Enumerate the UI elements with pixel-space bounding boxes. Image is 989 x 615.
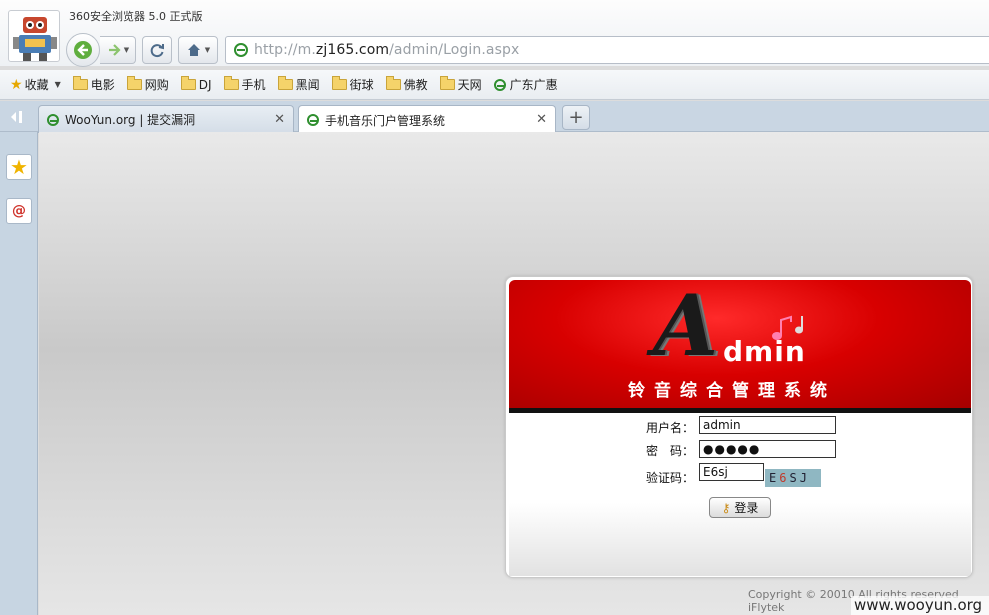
browser-titlebar: 360安全浏览器 5.0 正式版 ▼ ▼ http://m.zj165.com/… <box>0 0 989 67</box>
sidebar-toggle-button[interactable] <box>6 107 28 127</box>
login-button[interactable]: ⚷ 登录 <box>709 497 771 518</box>
favorite-item[interactable]: 天网 <box>439 76 482 93</box>
favorite-item[interactable]: 佛教 <box>385 76 428 93</box>
captcha-input[interactable]: E6sj <box>699 463 764 481</box>
window-title: 360安全浏览器 5.0 正式版 <box>69 10 203 23</box>
browser-logo <box>8 10 60 62</box>
folder-icon <box>126 76 142 90</box>
username-input[interactable]: admin <box>699 416 836 434</box>
mail-icon: @ <box>12 203 26 219</box>
star-icon: ★ <box>10 155 28 179</box>
page-content: A dmin 铃音综合管理系统 用户名： admin 密 码： ●●●●● 验证… <box>39 132 989 615</box>
tab-wooyun[interactable]: WooYun.org | 提交漏洞 ✕ <box>38 105 294 133</box>
folder-icon <box>180 76 196 90</box>
favorite-item[interactable]: 电影 <box>72 76 115 93</box>
favorite-item[interactable]: 手机 <box>223 76 266 93</box>
address-bar[interactable]: http://m.zj165.com/admin/Login.aspx <box>225 36 989 64</box>
favorites-menu[interactable]: ★ 收藏 ▼ <box>10 76 61 93</box>
arrow-left-icon <box>74 41 92 59</box>
arrow-right-icon <box>108 44 121 56</box>
star-icon: ★ <box>10 76 23 93</box>
folder-icon <box>331 76 347 90</box>
chevron-down-icon: ▼ <box>54 80 61 89</box>
refresh-button[interactable] <box>142 36 172 64</box>
page-icon <box>234 43 248 57</box>
system-name: 铃音综合管理系统 <box>628 381 836 401</box>
home-icon <box>187 44 200 56</box>
tab-admin-login[interactable]: 手机音乐门户管理系统 ✕ <box>298 105 556 134</box>
page-icon <box>47 113 59 126</box>
refresh-icon <box>150 44 164 58</box>
favorite-item[interactable]: 街球 <box>331 76 374 93</box>
login-button-label: 登录 <box>734 501 759 515</box>
chevron-down-icon: ▼ <box>123 46 130 54</box>
password-label: 密 码： <box>646 444 695 458</box>
folder-icon <box>223 76 239 90</box>
key-icon: ⚷ <box>721 500 731 515</box>
tab-label: 手机音乐门户管理系统 <box>325 113 446 128</box>
chevron-down-icon: ▼ <box>204 46 211 54</box>
collapse-sidebar-icon <box>11 111 22 123</box>
login-panel: A dmin 铃音综合管理系统 用户名： admin 密 码： ●●●●● 验证… <box>505 276 973 578</box>
login-form: 用户名： admin 密 码： ●●●●● 验证码： E6sj E6SJ ⚷ 登… <box>509 413 971 576</box>
favorites-bar: ★ 收藏 ▼ 电影 网购 DJ 手机 黑闻 街球 佛教 天网 广东广惠 <box>0 70 989 100</box>
close-icon[interactable]: ✕ <box>274 112 285 127</box>
captcha-image[interactable]: E6SJ <box>765 469 821 487</box>
password-input[interactable]: ●●●●● <box>699 440 836 458</box>
watermark-text: www.wooyun.org <box>851 596 989 615</box>
sidebar-favorites-button[interactable]: ★ <box>6 154 32 180</box>
admin-banner: A dmin 铃音综合管理系统 <box>509 280 971 408</box>
sidebar-mail-button[interactable]: @ <box>6 198 32 224</box>
home-button[interactable]: ▼ <box>178 36 218 64</box>
forward-button[interactable]: ▼ <box>100 36 136 64</box>
favorite-item[interactable]: 广东广惠 <box>493 76 558 93</box>
url-text: http://m.zj165.com/admin/Login.aspx <box>254 42 520 58</box>
page-icon <box>307 114 319 126</box>
folder-icon <box>385 76 401 90</box>
close-icon[interactable]: ✕ <box>536 112 547 127</box>
captcha-label: 验证码： <box>646 471 695 485</box>
logo-letter-a: A <box>653 276 719 375</box>
favorite-item[interactable]: 黑闻 <box>277 76 320 93</box>
left-sidebar: ★ @ <box>0 132 38 615</box>
favorite-item[interactable]: DJ <box>180 76 212 92</box>
page-icon <box>493 78 506 91</box>
username-label: 用户名： <box>646 421 695 435</box>
new-tab-button[interactable]: + <box>562 105 590 130</box>
folder-icon <box>72 76 88 90</box>
back-button[interactable] <box>66 33 100 67</box>
folder-icon <box>277 76 293 90</box>
plus-icon: + <box>568 107 584 128</box>
music-note-icon <box>772 315 803 340</box>
favorite-item[interactable]: 网购 <box>126 76 169 93</box>
tab-bar: WooYun.org | 提交漏洞 ✕ 手机音乐门户管理系统 ✕ + <box>0 101 989 134</box>
tab-label: WooYun.org | 提交漏洞 <box>65 113 196 127</box>
folder-icon <box>439 76 455 90</box>
